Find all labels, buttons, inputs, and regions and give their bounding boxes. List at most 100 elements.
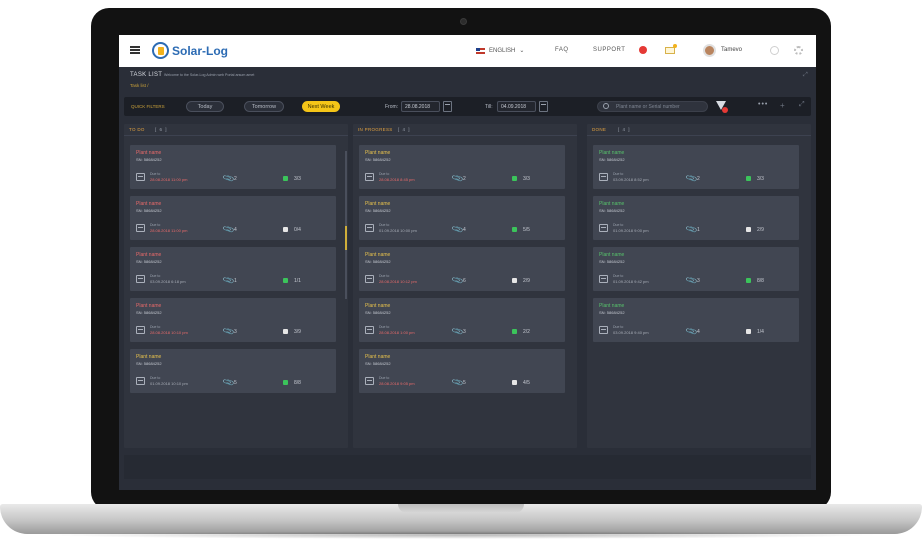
plant-name[interactable]: Plant name: [136, 303, 161, 309]
task-card[interactable]: Plant name SN: 58684252 Due to 03.09.2018 6…: [130, 247, 336, 291]
task-card[interactable]: Plant name SN: 58684252 Due to 28.08.2018 9…: [359, 349, 565, 393]
search-input[interactable]: Plant name or Serial number: [597, 101, 708, 112]
task-card[interactable]: Plant name SN: 58684252 Due to 01.09.2018 9…: [593, 196, 799, 240]
notification-bell-icon[interactable]: [639, 46, 647, 54]
calendar-icon: [136, 377, 145, 385]
mail-icon[interactable]: [665, 47, 675, 54]
task-card[interactable]: Plant name SN: 58684252 Due to 01.09.2018 1…: [130, 349, 336, 393]
attachment-count: 4: [463, 227, 466, 233]
task-card[interactable]: Plant name SN: 58684252 Due to 28.08.2018 1…: [359, 247, 565, 291]
progress-count: 3/9: [294, 329, 301, 335]
scrollbar-thumb[interactable]: [345, 226, 347, 250]
task-card[interactable]: Plant name SN: 58684252 Due to 28.08.2018 1…: [359, 298, 565, 342]
plant-name[interactable]: Plant name: [365, 354, 390, 360]
serial-number: SN: 58684252: [599, 310, 625, 315]
filter-today-button[interactable]: Today: [186, 101, 224, 112]
plant-name[interactable]: Plant name: [365, 252, 390, 258]
hamburger-menu-icon[interactable]: [130, 46, 140, 54]
due-label: Due to: [379, 274, 390, 278]
due-label: Due to: [613, 223, 624, 227]
fullscreen-icon[interactable]: ⤢: [799, 101, 805, 109]
task-card[interactable]: Plant name SN: 58684252 Due to 01.09.2018 9…: [593, 247, 799, 291]
top-bar: Solar-Log ENGLISH ⌄ FAQ SUPPORT Tamevo: [119, 35, 816, 67]
footer-bar: [124, 455, 811, 479]
progress-count: 3/3: [757, 176, 764, 182]
progress-count: 3/3: [523, 176, 530, 182]
status-indicator: [746, 278, 751, 283]
plant-name[interactable]: Plant name: [136, 252, 161, 258]
due-label: Due to: [150, 172, 161, 176]
status-indicator: [283, 329, 288, 334]
plant-name[interactable]: Plant name: [599, 252, 624, 258]
task-card[interactable]: Plant name SN: 58684252 Due to 03.09.2018 8…: [593, 145, 799, 189]
status-indicator: [512, 380, 517, 385]
plant-name[interactable]: Plant name: [599, 303, 624, 309]
serial-number: SN: 58684252: [136, 157, 162, 162]
attachment-count: 1: [697, 227, 700, 233]
task-card[interactable]: Plant name SN: 58684252 Due to 03.09.2018 9…: [593, 298, 799, 342]
status-indicator: [512, 278, 517, 283]
status-indicator: [512, 329, 517, 334]
avatar[interactable]: [703, 44, 716, 57]
laptop-notch: [398, 504, 524, 513]
column-count: [ 4 ]: [618, 127, 631, 132]
serial-number: SN: 58684252: [365, 208, 391, 213]
progress-count: 2/2: [523, 329, 530, 335]
expand-icon[interactable]: ⤢: [803, 72, 808, 79]
calendar-icon: [136, 173, 145, 181]
logo[interactable]: Solar-Log: [152, 42, 228, 59]
breadcrumb[interactable]: Task list /: [130, 83, 149, 88]
due-label: Due to: [613, 325, 624, 329]
due-date: 28.08.2018 1:00 pm: [379, 330, 415, 335]
column-count: [ 4 ]: [398, 127, 411, 132]
from-calendar-icon[interactable]: [443, 101, 452, 112]
more-icon[interactable]: •••: [758, 101, 768, 108]
column-divider: [587, 135, 811, 136]
add-icon[interactable]: +: [780, 101, 785, 110]
task-card[interactable]: Plant name SN: 58684252 Due to 28.08.2018 1…: [130, 145, 336, 189]
task-card[interactable]: Plant name SN: 58684252 Due to 28.08.2018 8…: [359, 145, 565, 189]
plant-name[interactable]: Plant name: [365, 201, 390, 207]
column-scrollbar[interactable]: [345, 151, 347, 299]
attachment-count: 4: [697, 329, 700, 335]
plant-name[interactable]: Plant name: [599, 201, 624, 207]
progress-count: 5/5: [523, 227, 530, 233]
gear-icon[interactable]: [794, 46, 803, 55]
plant-name[interactable]: Plant name: [136, 201, 161, 207]
plant-name[interactable]: Plant name: [136, 150, 161, 156]
calendar-icon: [365, 377, 374, 385]
task-card[interactable]: Plant name SN: 58684252 Due to 28.08.2018 1…: [130, 196, 336, 240]
calendar-icon: [599, 326, 608, 334]
camera-icon: [460, 18, 467, 25]
attachment-count: 2: [697, 176, 700, 182]
from-date-input[interactable]: 28.08.2018: [401, 101, 440, 112]
logo-text: Solar-Log: [172, 43, 228, 58]
username[interactable]: Tamevo: [721, 47, 742, 53]
filter-badge: [722, 107, 728, 113]
plant-name[interactable]: Plant name: [136, 354, 161, 360]
serial-number: SN: 58684252: [136, 259, 162, 264]
attachment-count: 2: [234, 176, 237, 182]
plant-name[interactable]: Plant name: [365, 150, 390, 156]
language-selector[interactable]: ENGLISH ⌄: [476, 47, 524, 54]
till-date-input[interactable]: 04.09.2018: [497, 101, 536, 112]
task-card[interactable]: Plant name SN: 58684252 Due to 28.08.2018 1…: [130, 298, 336, 342]
plant-name[interactable]: Plant name: [599, 150, 624, 156]
status-indicator: [512, 227, 517, 232]
due-date: 28.08.2018 11:00 pm: [150, 177, 188, 182]
progress-count: 0/4: [294, 227, 301, 233]
support-link[interactable]: SUPPORT: [593, 47, 625, 53]
due-date: 28.08.2018 10:12 pm: [379, 279, 417, 284]
status-indicator: [283, 278, 288, 283]
till-calendar-icon[interactable]: [539, 101, 548, 112]
filter-next-week-button[interactable]: Next Week: [302, 101, 340, 112]
plant-name[interactable]: Plant name: [365, 303, 390, 309]
due-label: Due to: [379, 325, 390, 329]
task-card[interactable]: Plant name SN: 58684252 Due to 01.09.2018 1…: [359, 196, 565, 240]
faq-link[interactable]: FAQ: [555, 47, 569, 53]
power-icon[interactable]: [770, 46, 779, 55]
column-divider: [124, 135, 348, 136]
filter-tomorrow-button[interactable]: Tomorrow: [244, 101, 284, 112]
chevron-down-icon: ⌄: [519, 48, 525, 54]
progress-count: 3/3: [294, 176, 301, 182]
